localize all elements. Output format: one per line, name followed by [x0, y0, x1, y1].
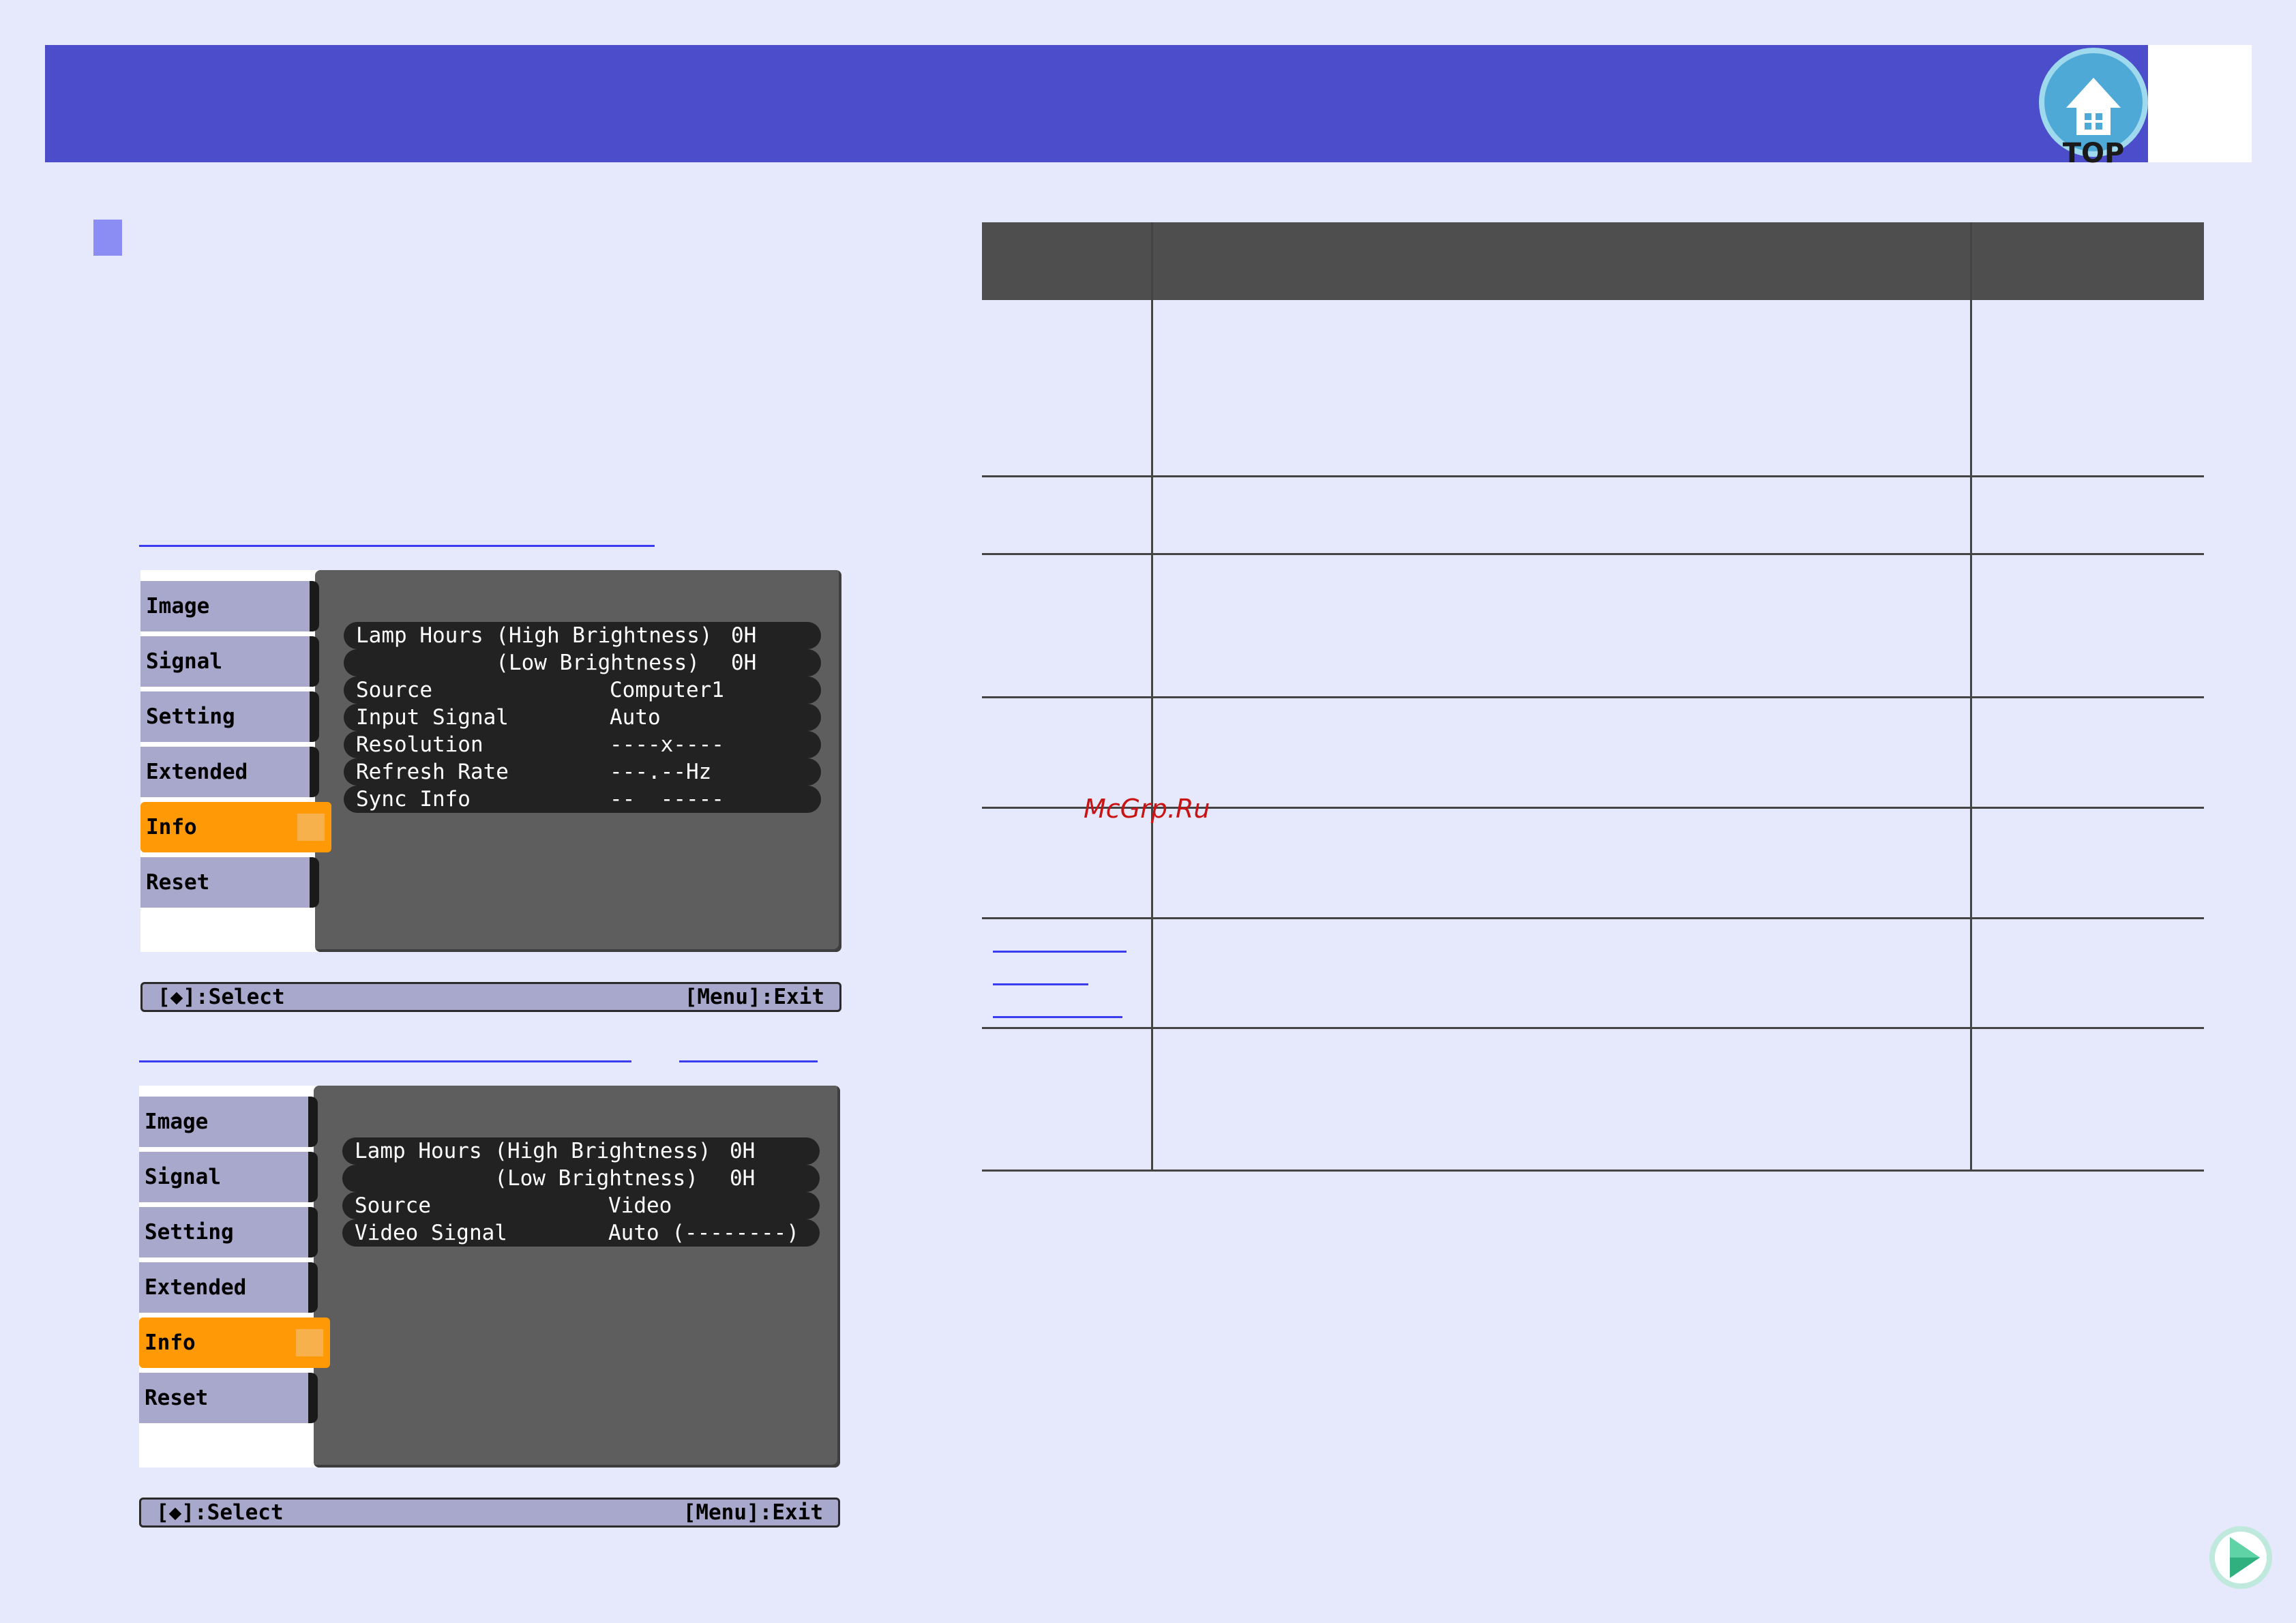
menu-footer: [◆]:Select [Menu]:Exit — [139, 1498, 840, 1528]
menu-tab-setting[interactable]: Setting — [139, 1207, 318, 1257]
section-marker — [93, 220, 122, 256]
info-rows: Lamp Hours (High Brightness) 0H (Low Brig… — [344, 622, 821, 813]
info-rows: Lamp Hours (High Brightness) 0H (Low Brig… — [342, 1137, 820, 1247]
next-page-icon[interactable] — [2208, 1525, 2273, 1590]
info-row-refresh-rate: Refresh Rate ---.--Hz — [344, 758, 821, 786]
footer-exit-hint: [Menu]:Exit — [684, 985, 824, 1009]
table-link-underline[interactable] — [993, 1016, 1122, 1018]
watermark: McGrp.Ru — [1084, 794, 1210, 824]
info-table — [982, 222, 2204, 1172]
table-row-divider — [982, 1027, 2204, 1029]
table-row-divider — [982, 475, 2204, 477]
table-row-divider — [982, 917, 2204, 919]
info-row-input-signal: Input Signal Auto — [344, 704, 821, 731]
info-row-lamp-high: Lamp Hours (High Brightness) 0H — [342, 1137, 820, 1165]
menu-tab-setting[interactable]: Setting — [140, 691, 319, 742]
footer-select-hint: [◆]:Select — [158, 985, 285, 1009]
info-row-source: Source Video — [342, 1192, 820, 1219]
active-indicator — [297, 814, 325, 841]
table-header — [982, 222, 2204, 300]
menu-tab-reset[interactable]: Reset — [140, 857, 319, 908]
footer-select-hint: [◆]:Select — [156, 1500, 284, 1525]
link-underline[interactable] — [139, 545, 655, 547]
info-row-lamp-high: Lamp Hours (High Brightness) 0H — [344, 622, 821, 649]
svg-text:TOP: TOP — [2063, 138, 2125, 166]
table-row-divider — [982, 553, 2204, 555]
menu-footer: [◆]:Select [Menu]:Exit — [140, 982, 841, 1012]
menu-tab-extended[interactable]: Extended — [140, 747, 319, 797]
menu-tab-label: Info — [146, 815, 197, 839]
menu-tab-reset[interactable]: Reset — [139, 1373, 318, 1423]
info-row-video-signal: Video Signal Auto (--------) — [342, 1219, 820, 1247]
info-menu-computer: Image Signal Setting Extended Info Reset… — [140, 570, 841, 1012]
link-underline[interactable] — [139, 1060, 631, 1062]
header-bar — [45, 45, 2148, 162]
top-home-icon[interactable]: TOP — [2036, 45, 2151, 166]
menu-tab-info[interactable]: Info — [140, 802, 331, 852]
info-row-sync-info: Sync Info -- ----- — [344, 786, 821, 813]
active-indicator — [296, 1329, 323, 1356]
table-column-divider — [1970, 222, 1972, 1172]
info-row-lamp-low: (Low Brightness) 0H — [342, 1165, 820, 1192]
header-corner — [2148, 45, 2252, 162]
footer-exit-hint: [Menu]:Exit — [683, 1500, 823, 1525]
table-link-underline[interactable] — [993, 983, 1088, 985]
info-menu-video: Image Signal Setting Extended Info Reset… — [139, 1086, 840, 1528]
menu-tab-image[interactable]: Image — [139, 1097, 318, 1147]
menu-tab-label: Info — [145, 1330, 196, 1355]
table-row-divider — [982, 1170, 2204, 1172]
menu-tab-signal[interactable]: Signal — [139, 1152, 318, 1202]
info-row-resolution: Resolution ----x---- — [344, 731, 821, 758]
link-underline[interactable] — [679, 1060, 818, 1062]
info-row-lamp-low: (Low Brightness) 0H — [344, 649, 821, 676]
table-row-divider — [982, 696, 2204, 698]
menu-tab-signal[interactable]: Signal — [140, 636, 319, 687]
menu-tab-info[interactable]: Info — [139, 1317, 330, 1368]
menu-tab-extended[interactable]: Extended — [139, 1262, 318, 1313]
menu-tab-image[interactable]: Image — [140, 581, 319, 631]
table-column-divider — [1151, 222, 1153, 1172]
info-row-source: Source Computer1 — [344, 676, 821, 704]
table-link-underline[interactable] — [993, 951, 1127, 953]
